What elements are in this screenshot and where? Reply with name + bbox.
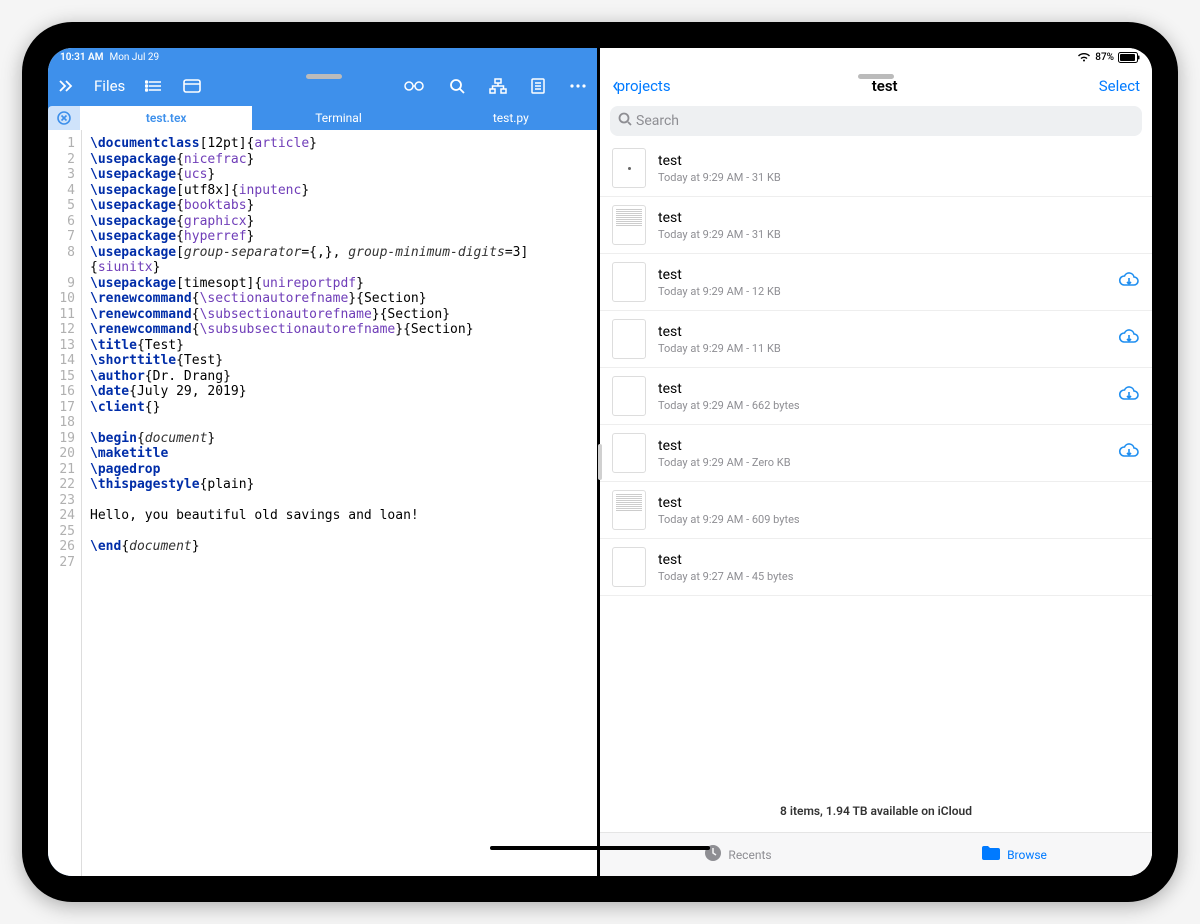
multitask-pill-right[interactable] (858, 74, 894, 79)
status-bar-right: 87% (600, 48, 1152, 66)
file-row[interactable]: test Today at 9:29 AM - 11 KB (600, 311, 1152, 368)
status-date: Mon Jul 29 (110, 52, 160, 63)
file-thumbnail (612, 262, 646, 302)
file-name: test (658, 495, 1140, 511)
file-name: test (658, 267, 1106, 283)
file-row[interactable]: test Today at 9:29 AM - 662 bytes (600, 368, 1152, 425)
folder-icon (981, 845, 1001, 864)
battery-percent: 87% (1095, 52, 1114, 63)
file-name: test (658, 552, 1140, 568)
file-meta: Today at 9:29 AM - 662 bytes (658, 399, 1106, 412)
editor-tab[interactable]: test.tex (80, 106, 252, 130)
file-info: test Today at 9:29 AM - 12 KB (658, 267, 1106, 298)
file-name: test (658, 210, 1140, 226)
tab-recents[interactable]: Recents (600, 833, 876, 876)
search-field[interactable]: Search (610, 106, 1142, 136)
files-app: 87% ‹ projects test Select Search tes (600, 48, 1152, 876)
file-meta: Today at 9:29 AM - 31 KB (658, 228, 1140, 241)
home-indicator[interactable] (490, 846, 710, 850)
file-info: test Today at 9:27 AM - 45 bytes (658, 552, 1140, 583)
back-button[interactable]: ‹ projects (612, 77, 671, 95)
file-meta: Today at 9:29 AM - 31 KB (658, 171, 1140, 184)
code-body[interactable]: \documentclass[12pt]{article} \usepackag… (82, 130, 597, 876)
multitask-pill-left[interactable] (306, 74, 342, 79)
file-thumbnail (612, 148, 646, 188)
ipad-device: 10:31 AM Mon Jul 29 Files (22, 22, 1178, 902)
chevrons-icon[interactable] (58, 79, 74, 93)
file-thumbnail (612, 319, 646, 359)
file-meta: Today at 9:29 AM - 11 KB (658, 342, 1106, 355)
wifi-icon (1077, 52, 1091, 62)
file-name: test (658, 324, 1106, 340)
search-icon[interactable] (449, 78, 465, 94)
file-meta: Today at 9:29 AM - 12 KB (658, 285, 1106, 298)
file-row[interactable]: test Today at 9:29 AM - Zero KB (600, 425, 1152, 482)
battery-icon (1118, 52, 1140, 63)
file-thumbnail (612, 205, 646, 245)
more-icon[interactable] (569, 83, 587, 89)
tab-browse[interactable]: Browse (876, 833, 1152, 876)
split-view-handle[interactable] (598, 444, 602, 480)
document-icon[interactable] (531, 78, 545, 94)
editor-tab[interactable]: Terminal (252, 106, 424, 130)
close-tab-button[interactable] (48, 106, 80, 130)
file-name: test (658, 438, 1106, 454)
folder-title: test (671, 77, 1099, 95)
tab-recents-label: Recents (728, 848, 771, 862)
glasses-icon[interactable] (403, 80, 425, 92)
files-label[interactable]: Files (94, 77, 125, 95)
file-info: test Today at 9:29 AM - 662 bytes (658, 381, 1106, 412)
file-row[interactable]: test Today at 9:29 AM - 609 bytes (600, 482, 1152, 539)
editor-tabs: test.texTerminaltest.py (48, 106, 597, 130)
file-row[interactable]: test Today at 9:27 AM - 45 bytes (600, 539, 1152, 596)
files-tabbar: Recents Browse (600, 832, 1152, 876)
status-bar-left: 10:31 AM Mon Jul 29 (48, 48, 597, 66)
file-info: test Today at 9:29 AM - 609 bytes (658, 495, 1140, 526)
search-glyph-icon (618, 112, 632, 130)
code-editor[interactable]: 12345678 9101112131415161718192021222324… (48, 130, 597, 876)
file-row[interactable]: test Today at 9:29 AM - 31 KB (600, 197, 1152, 254)
line-gutter: 12345678 9101112131415161718192021222324… (48, 130, 82, 876)
file-info: test Today at 9:29 AM - 31 KB (658, 153, 1140, 184)
file-thumbnail (612, 490, 646, 530)
left-app: 10:31 AM Mon Jul 29 Files (48, 48, 600, 876)
file-info: test Today at 9:29 AM - 31 KB (658, 210, 1140, 241)
file-row[interactable]: test Today at 9:29 AM - 12 KB (600, 254, 1152, 311)
status-time: 10:31 AM (60, 52, 104, 63)
select-button[interactable]: Select (1099, 77, 1140, 95)
file-thumbnail (612, 433, 646, 473)
file-meta: Today at 9:29 AM - 609 bytes (658, 513, 1140, 526)
file-info: test Today at 9:29 AM - 11 KB (658, 324, 1106, 355)
panel-icon[interactable] (183, 79, 201, 93)
back-label: projects (617, 77, 671, 95)
download-cloud-icon[interactable] (1118, 385, 1140, 407)
file-list[interactable]: test Today at 9:29 AM - 31 KB test Today at… (600, 140, 1152, 804)
file-info: test Today at 9:29 AM - Zero KB (658, 438, 1106, 469)
file-name: test (658, 153, 1140, 169)
download-cloud-icon[interactable] (1118, 442, 1140, 464)
file-thumbnail (612, 547, 646, 587)
file-meta: Today at 9:29 AM - Zero KB (658, 456, 1106, 469)
download-cloud-icon[interactable] (1118, 328, 1140, 350)
structure-icon[interactable] (489, 78, 507, 94)
storage-footer: 8 items, 1.94 TB available on iCloud (600, 804, 1152, 832)
file-row[interactable]: test Today at 9:29 AM - 31 KB (600, 140, 1152, 197)
file-thumbnail (612, 376, 646, 416)
editor-tab[interactable]: test.py (425, 106, 597, 130)
download-cloud-icon[interactable] (1118, 271, 1140, 293)
search-placeholder: Search (636, 113, 679, 129)
file-meta: Today at 9:27 AM - 45 bytes (658, 570, 1140, 583)
queue-icon[interactable] (145, 79, 163, 93)
file-name: test (658, 381, 1106, 397)
editor-toolbar: Files (48, 66, 597, 106)
tab-browse-label: Browse (1007, 848, 1047, 862)
